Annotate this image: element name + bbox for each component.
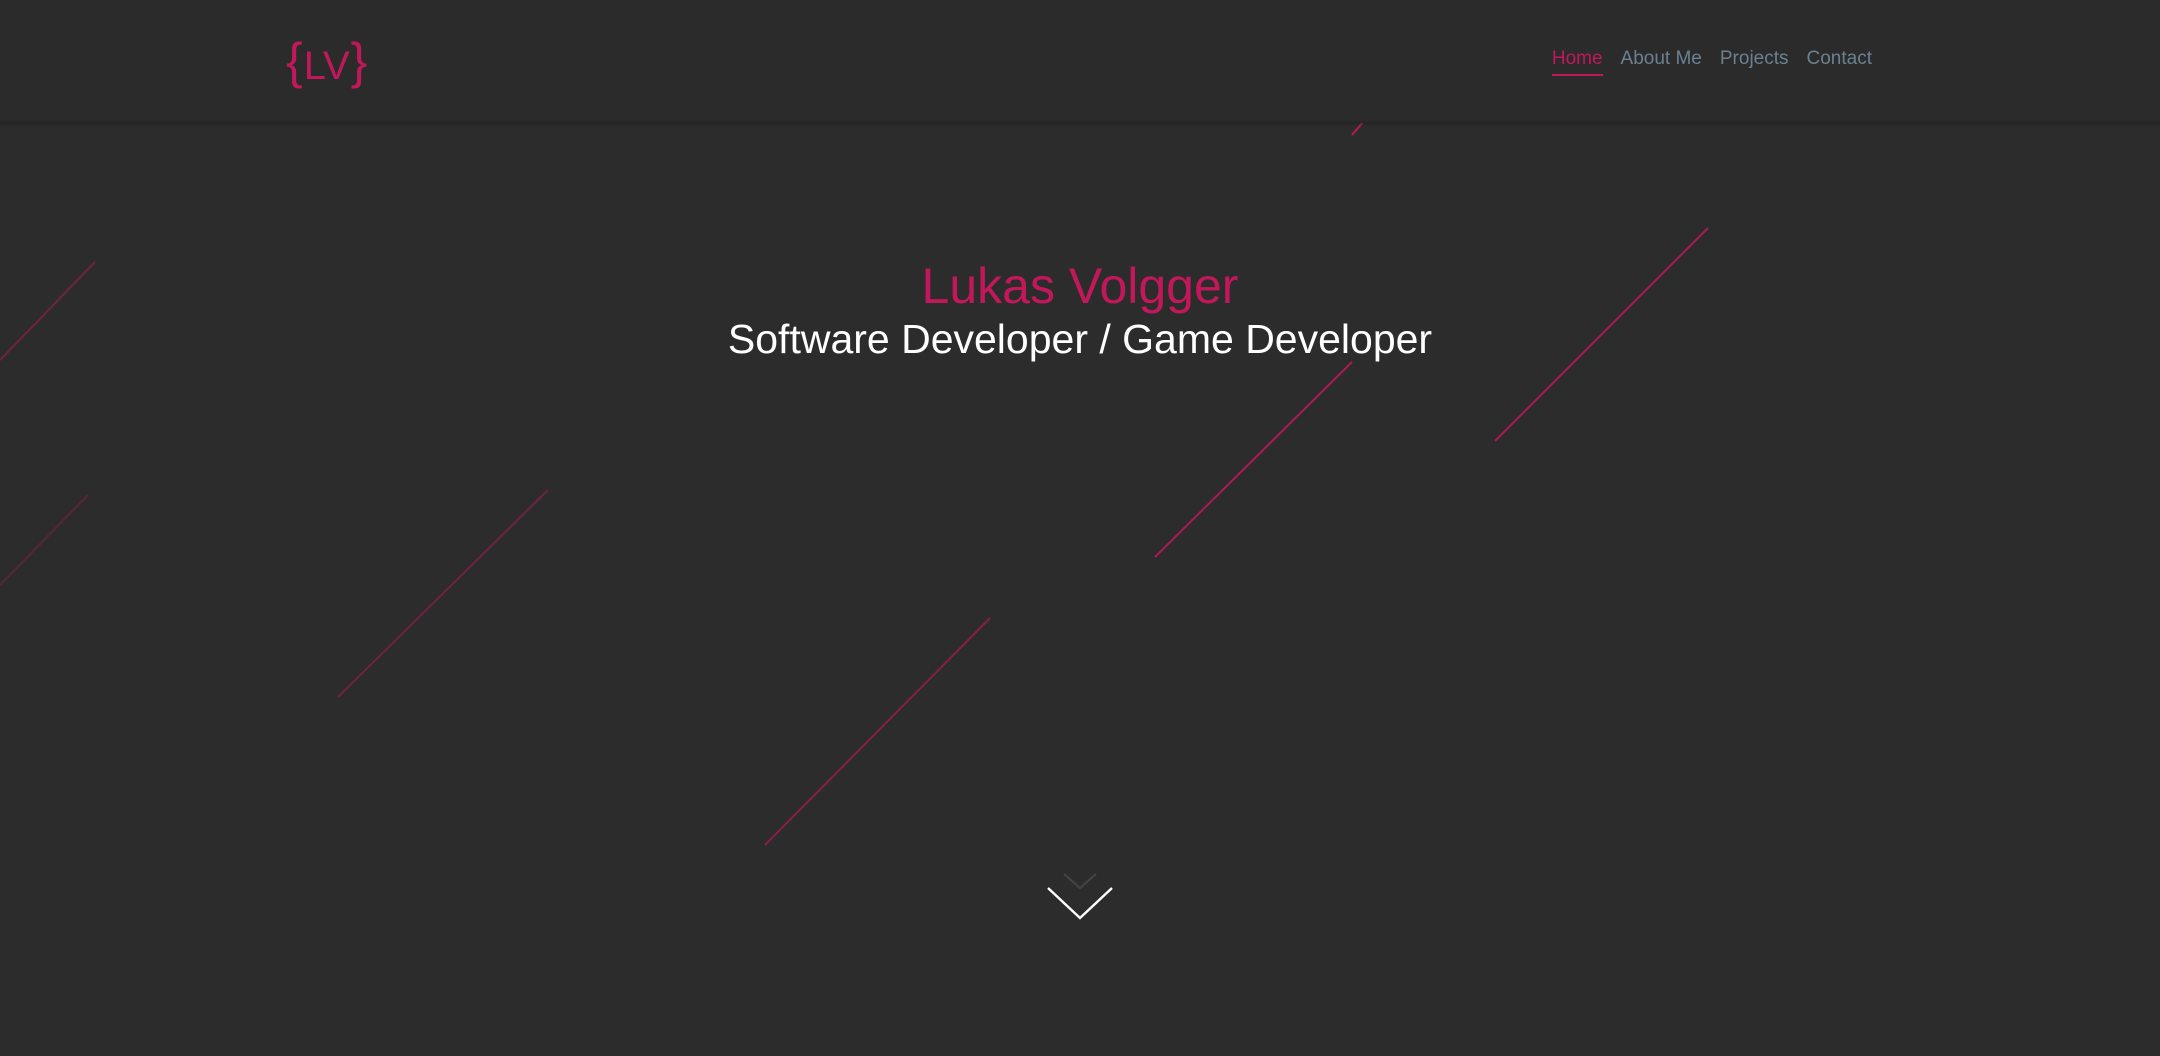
nav-item-contact[interactable]: Contact (1807, 46, 1872, 72)
hero-name: Lukas Volgger (921, 258, 1239, 314)
nav-item-about-me[interactable]: About Me (1621, 46, 1702, 72)
nav-item-home[interactable]: Home (1551, 46, 1603, 76)
decorative-line (1154, 361, 1353, 558)
decorative-line (0, 494, 89, 586)
decorative-line (1351, 120, 1365, 136)
logo-open-brace: { (286, 33, 303, 89)
nav-item-projects[interactable]: Projects (1720, 46, 1789, 72)
hero-role: Software Developer / Game Developer (727, 316, 1433, 362)
chevron-down-icon (1047, 873, 1113, 920)
decorative-line (764, 617, 991, 846)
hero: Lukas Volgger Software Developer / Game … (0, 254, 2160, 366)
logo-letters: LV (303, 44, 350, 88)
main-nav: Home About Me Projects Contact (1534, 46, 1872, 76)
logo-close-brace: } (350, 33, 368, 89)
scroll-down-button[interactable] (1046, 868, 1114, 924)
decorative-line (337, 489, 549, 698)
logo[interactable]: {LV} (286, 33, 368, 94)
site-header: {LV} Home About Me Projects Contact (0, 0, 2160, 123)
page: {LV} Home About Me Projects Contact Luka… (0, 0, 2160, 1056)
